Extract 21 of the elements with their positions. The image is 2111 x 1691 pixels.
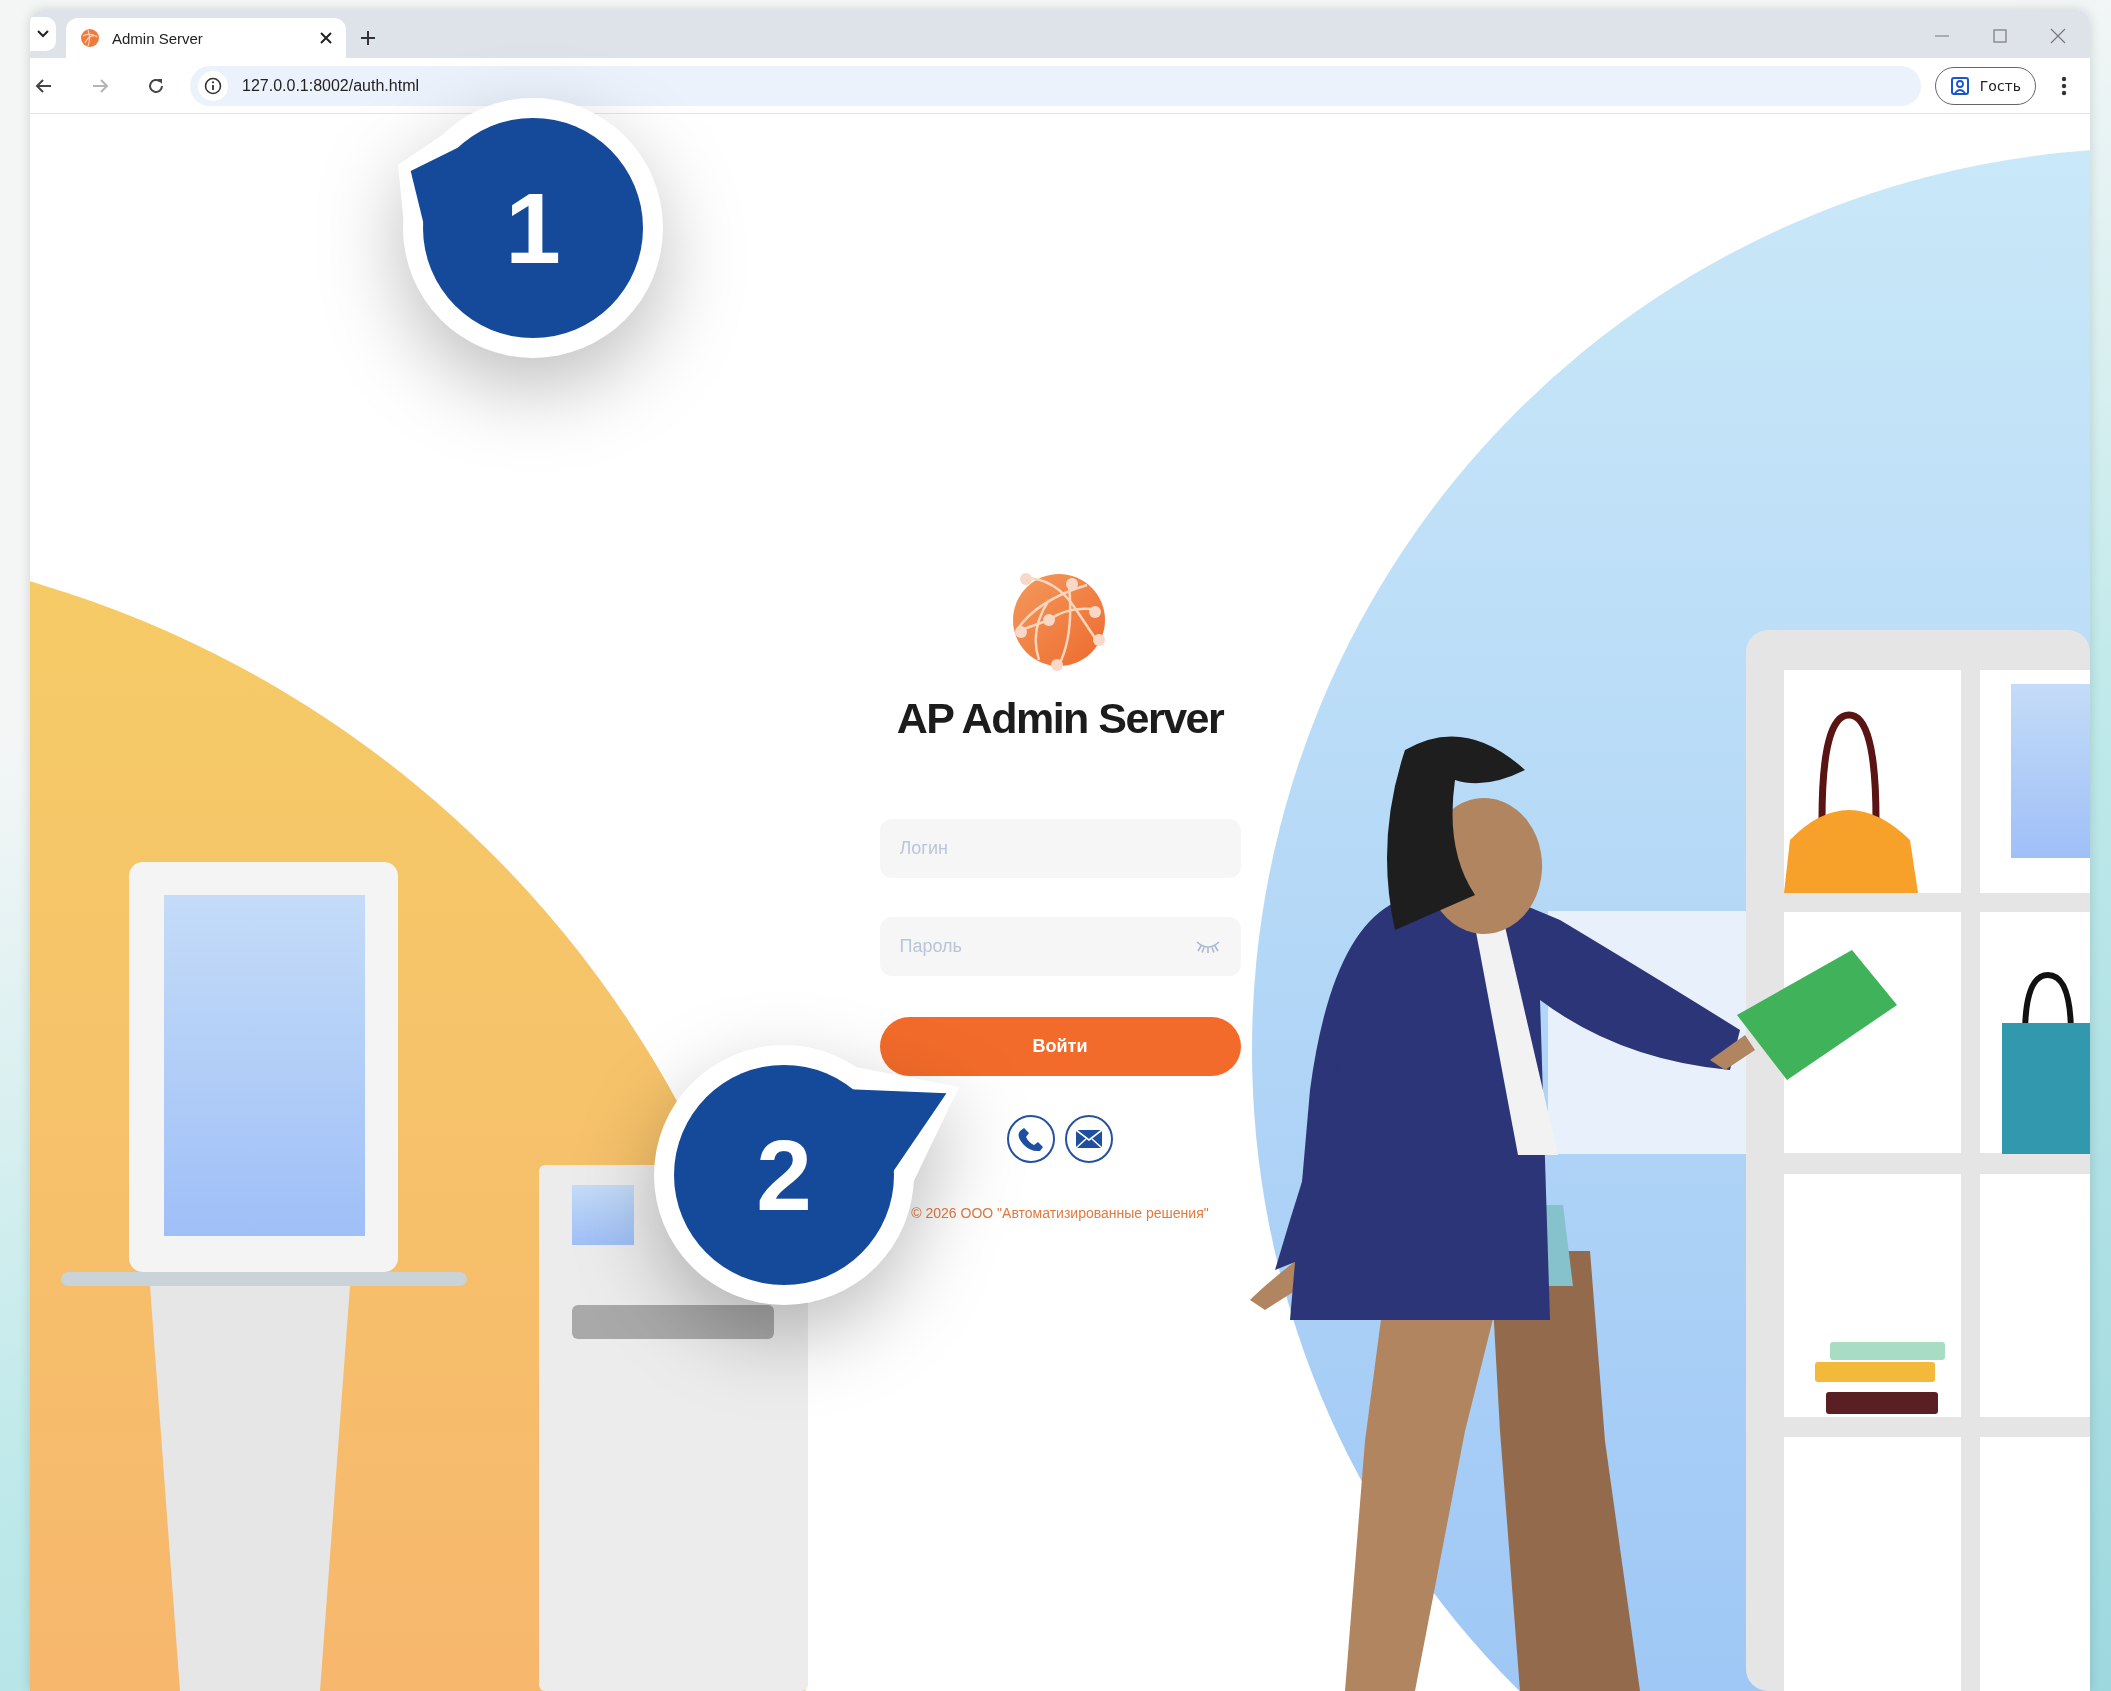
new-tab-icon[interactable] xyxy=(360,30,376,46)
site-info-button[interactable] xyxy=(198,70,228,101)
info-icon xyxy=(204,76,222,95)
login-field[interactable]: Логин xyxy=(879,819,1241,878)
chevron-icon xyxy=(37,30,49,38)
email-button[interactable] xyxy=(1065,1115,1113,1163)
envelope-icon xyxy=(1075,1129,1103,1149)
phone-icon xyxy=(1018,1126,1044,1152)
browser-tab[interactable]: Admin Server xyxy=(66,18,346,58)
copyright-text: © 2026 ООО "Автоматизированные решения" xyxy=(911,1205,1209,1221)
close-icon[interactable] xyxy=(320,32,332,44)
profile-button[interactable]: Гость xyxy=(1934,66,2036,105)
menu-icon[interactable] xyxy=(2060,74,2068,97)
app-title: AP Admin Server xyxy=(896,694,1224,743)
password-field[interactable]: Пароль xyxy=(879,917,1241,976)
phone-button[interactable] xyxy=(1007,1115,1055,1163)
address-bar[interactable]: 127.0.0.1:8002/auth.html xyxy=(190,65,1921,106)
url-text: 127.0.0.1:8002/auth.html xyxy=(242,76,420,95)
tab-list-button[interactable] xyxy=(30,17,56,51)
globe-icon xyxy=(80,28,100,48)
person-icon xyxy=(1949,75,1970,96)
